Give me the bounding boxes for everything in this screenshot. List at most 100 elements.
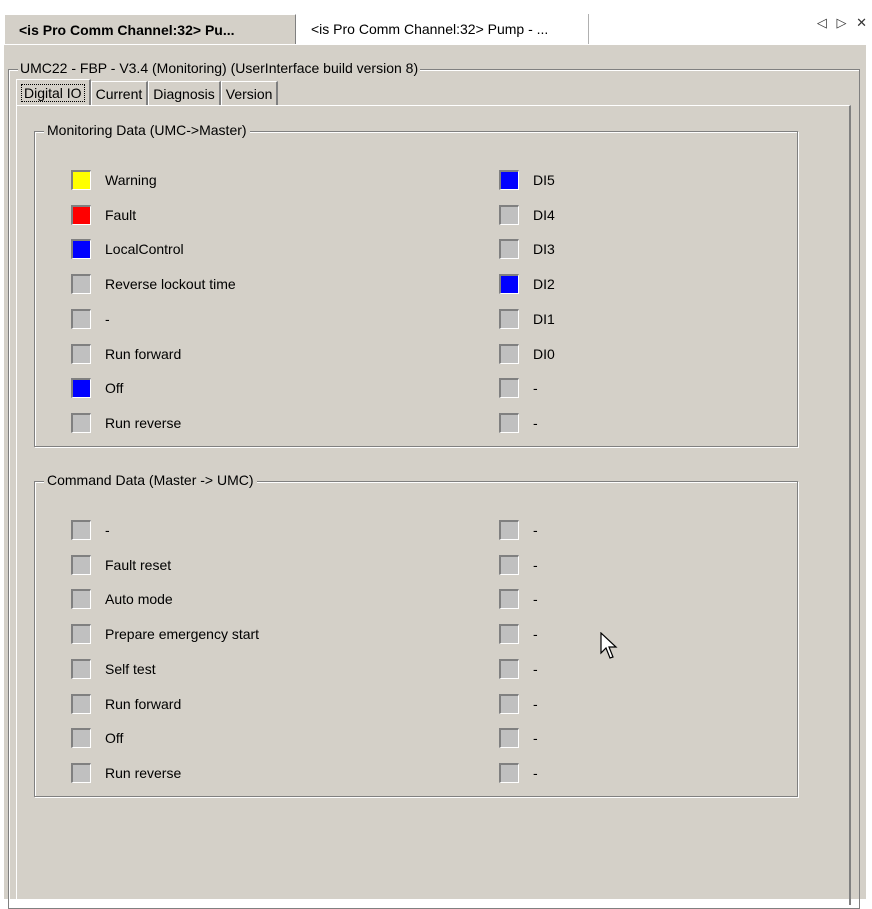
monitoring-left-row-localcontrol: LocalControl: [71, 239, 184, 260]
command-left-row-run-reverse: Run reverse: [71, 762, 182, 783]
io-label: -: [105, 310, 110, 327]
status-indicator-icon: [71, 658, 91, 679]
command-right-row-placeholder-6: -: [499, 728, 538, 749]
device-group-title: UMC22 - FBP - V3.4 (Monitoring) (UserInt…: [18, 60, 421, 76]
status-indicator-icon: [71, 762, 91, 783]
io-label: Auto mode: [105, 591, 173, 608]
status-indicator-icon: [499, 693, 519, 714]
document-tab-strip: <is Pro Comm Channel:32> Pu... <is Pro C…: [0, 0, 872, 48]
command-left-row-fault-reset: Fault reset: [71, 554, 172, 575]
status-indicator-icon: [499, 170, 519, 190]
status-indicator-icon: [71, 308, 91, 329]
status-indicator-icon: [71, 589, 91, 610]
command-data-groupbox: Command Data (Master -> UMC) - Fault rese…: [34, 472, 798, 797]
io-label: DI4: [533, 206, 555, 223]
tab-label: Digital IO: [21, 83, 85, 102]
command-right-row-placeholder-3: -: [499, 624, 538, 645]
io-label: -: [105, 522, 110, 538]
monitoring-left-row-run-forward: Run forward: [71, 343, 182, 364]
mouse-cursor-icon: [600, 632, 618, 659]
io-label: DI0: [533, 345, 555, 362]
monitoring-right-row-di5: DI5: [499, 170, 555, 190]
command-data-title: Command Data (Master -> UMC): [44, 472, 257, 488]
status-indicator-icon: [499, 554, 519, 575]
io-label: Run forward: [105, 345, 182, 362]
status-indicator-icon: [499, 624, 519, 645]
status-indicator-icon: [499, 762, 519, 783]
command-left-row-auto-mode: Auto mode: [71, 589, 173, 610]
status-indicator-icon: [71, 343, 91, 364]
status-indicator-icon: [71, 520, 91, 540]
io-label: -: [533, 660, 538, 677]
monitoring-left-row-placeholder-4: -: [71, 308, 110, 329]
io-label: -: [533, 591, 538, 608]
command-left-row-prepare-emergency-start: Prepare emergency start: [71, 624, 260, 645]
tab-current[interactable]: Current: [90, 81, 149, 105]
status-indicator-icon: [499, 239, 519, 260]
command-right-row-placeholder-0: -: [499, 520, 538, 540]
command-right-row-placeholder-2: -: [499, 589, 538, 610]
io-label: -: [533, 522, 538, 538]
tab-version[interactable]: Version: [220, 81, 279, 105]
io-label: Run forward: [105, 695, 182, 712]
status-indicator-icon: [499, 589, 519, 610]
command-left-row-off: Off: [71, 728, 123, 749]
monitoring-right-row-di1: DI1: [499, 308, 555, 329]
io-label: -: [533, 695, 538, 712]
tab-nav-controls[interactable]: ◁ ▷ ✕: [817, 15, 870, 31]
monitoring-right-row-di4: DI4: [499, 204, 555, 225]
command-left-row-self-test: Self test: [71, 658, 156, 679]
monitoring-right-row-di0: DI0: [499, 343, 555, 364]
status-indicator-icon: [71, 204, 91, 225]
tab-diagnosis[interactable]: Diagnosis: [148, 81, 221, 105]
command-right-row-placeholder-7: -: [499, 762, 538, 783]
io-label: DI1: [533, 310, 555, 327]
io-label: Reverse lockout time: [105, 276, 236, 293]
io-label: -: [533, 380, 538, 397]
command-right-row-placeholder-4: -: [499, 658, 538, 679]
tab-bar: Digital IO Current Diagnosis Version: [16, 79, 279, 105]
monitoring-left-row-off: Off: [71, 378, 124, 399]
monitoring-left-row-warning: Warning: [71, 170, 157, 190]
status-indicator-icon: [499, 343, 519, 364]
io-label: -: [533, 730, 538, 747]
status-indicator-icon: [499, 378, 519, 399]
io-label: DI3: [533, 241, 555, 258]
status-indicator-icon: [499, 728, 519, 749]
status-indicator-icon: [499, 274, 519, 295]
io-label: Prepare emergency start: [105, 626, 260, 643]
tab-digital-io[interactable]: Digital IO: [16, 79, 91, 105]
status-indicator-icon: [71, 170, 91, 190]
monitoring-left-row-run-reverse: Run reverse: [71, 412, 182, 433]
monitoring-right-row-placeholder-7: -: [499, 412, 538, 433]
monitoring-right-row-placeholder-6: -: [499, 378, 538, 399]
status-indicator-icon: [499, 520, 519, 540]
io-label: Warning: [105, 172, 157, 188]
monitoring-right-row-di3: DI3: [499, 239, 555, 260]
status-indicator-icon: [499, 204, 519, 225]
status-indicator-icon: [499, 308, 519, 329]
io-label: -: [533, 626, 538, 643]
io-label: Self test: [105, 660, 156, 677]
main-panel: UMC22 - FBP - V3.4 (Monitoring) (UserInt…: [4, 44, 866, 909]
status-indicator-icon: [71, 412, 91, 433]
io-label: DI5: [533, 172, 555, 188]
status-indicator-icon: [71, 624, 91, 645]
io-label: -: [533, 414, 538, 431]
io-label: LocalControl: [105, 241, 184, 258]
io-label: Run reverse: [105, 414, 182, 431]
io-label: Off: [105, 380, 124, 397]
document-tab-2[interactable]: <is Pro Comm Channel:32> Pump - ...: [299, 14, 589, 44]
status-indicator-icon: [71, 378, 91, 399]
io-label: -: [533, 764, 538, 781]
monitoring-data-title: Monitoring Data (UMC->Master): [44, 122, 250, 138]
io-label: Run reverse: [105, 764, 182, 781]
io-label: Fault reset: [105, 556, 172, 573]
command-left-row-placeholder-0: -: [71, 520, 110, 540]
status-indicator-icon: [499, 412, 519, 433]
status-indicator-icon: [71, 728, 91, 749]
command-left-row-run-forward: Run forward: [71, 693, 182, 714]
io-label: DI2: [533, 276, 555, 293]
document-tab-1[interactable]: <is Pro Comm Channel:32> Pu...: [4, 14, 296, 44]
monitoring-data-groupbox: Monitoring Data (UMC->Master) Warning Fau…: [34, 122, 798, 447]
